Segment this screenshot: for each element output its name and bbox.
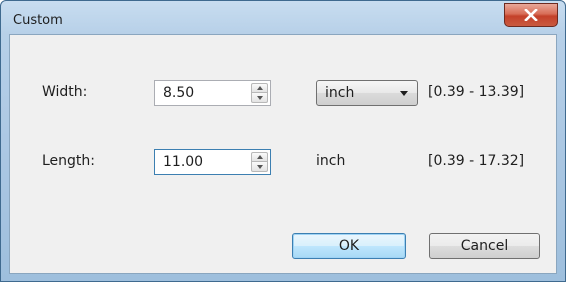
width-value[interactable]: 8.50: [163, 85, 194, 101]
length-spin-buttons: [251, 152, 268, 172]
length-unit: inch: [316, 153, 346, 169]
width-unit-value: inch: [325, 85, 355, 101]
length-value[interactable]: 11.00: [163, 154, 203, 170]
width-range: [0.39 - 13.39]: [428, 84, 525, 100]
ok-button[interactable]: OK: [292, 233, 406, 259]
length-decrease-button[interactable]: [251, 162, 268, 172]
dialog-title: Custom: [13, 13, 63, 28]
arrow-up-icon: [256, 155, 263, 159]
close-icon: [524, 6, 538, 25]
dialog-body: Width: 8.50 inch [0.39 - 13.39] Length: …: [9, 34, 557, 274]
arrow-up-icon: [256, 86, 263, 90]
width-spin-buttons: [251, 83, 268, 103]
width-increase-button[interactable]: [251, 83, 268, 93]
close-button[interactable]: [504, 3, 558, 27]
custom-dialog: Custom Width: 8.50 inch [0.39 - 13.39] L…: [0, 0, 566, 282]
width-decrease-button[interactable]: [251, 93, 268, 103]
length-increase-button[interactable]: [251, 152, 268, 162]
length-spinbox[interactable]: 11.00: [154, 149, 271, 175]
arrow-down-icon: [256, 164, 263, 169]
arrow-down-icon: [256, 95, 263, 100]
chevron-down-icon: [400, 91, 408, 96]
width-spinbox[interactable]: 8.50: [154, 80, 271, 106]
width-unit-select[interactable]: inch: [316, 80, 418, 106]
length-range: [0.39 - 17.32]: [428, 153, 525, 169]
cancel-button[interactable]: Cancel: [429, 233, 540, 259]
length-label: Length:: [42, 153, 96, 169]
width-label: Width:: [42, 84, 88, 100]
